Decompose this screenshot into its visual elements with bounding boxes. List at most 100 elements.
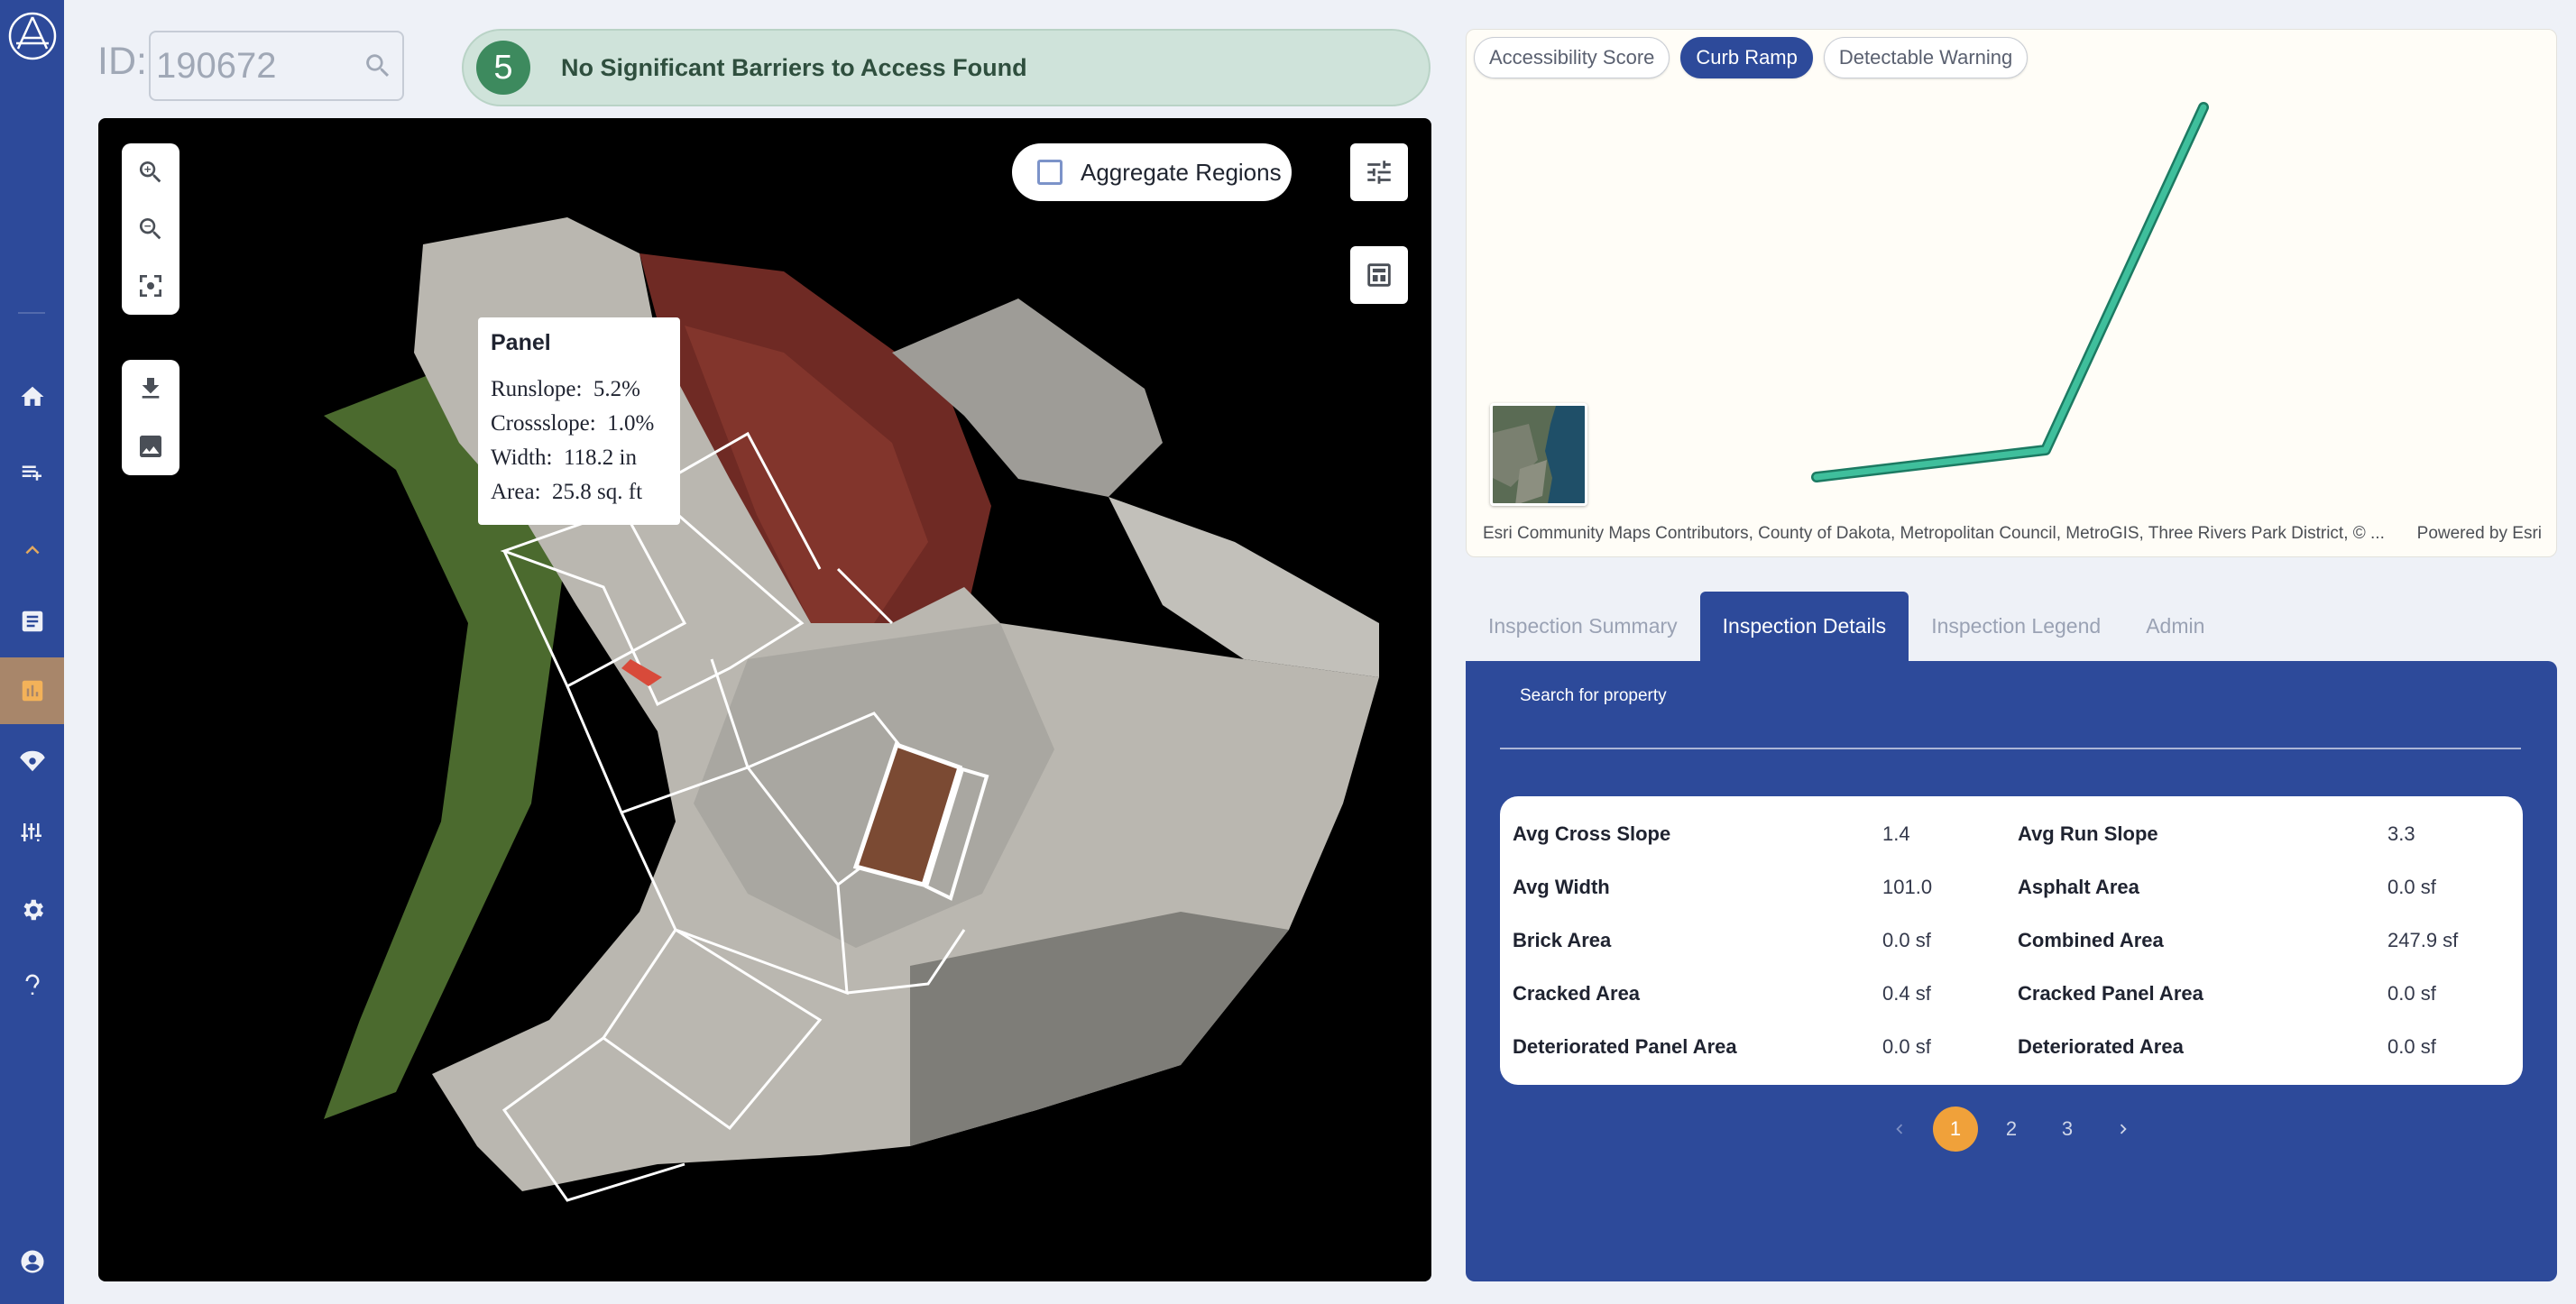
sidebar-item-reports[interactable] <box>0 588 64 655</box>
sidebar <box>0 0 64 1304</box>
zoom-in-icon <box>139 161 161 182</box>
tab-inspection-summary[interactable]: Inspection Summary <box>1466 592 1700 661</box>
minimap-panel[interactable]: Accessibility Score Curb Ramp Detectable… <box>1466 29 2557 557</box>
property-value: 0.0 sf <box>2387 981 2436 1005</box>
property-value: 0.4 sf <box>1882 981 1931 1005</box>
property-key: Brick Area <box>1513 928 1612 951</box>
chevron-up-icon <box>25 546 39 555</box>
popup-label: Width: <box>491 445 553 470</box>
pill-detectable-warning[interactable]: Detectable Warning <box>1823 37 2029 78</box>
zoom-out-icon <box>139 217 161 240</box>
download-button[interactable] <box>122 360 179 418</box>
page-button-2[interactable]: 2 <box>1989 1107 2034 1152</box>
next-page-button[interactable] <box>2101 1107 2146 1152</box>
zoom-in-button[interactable] <box>122 143 179 200</box>
property-key: Deteriorated Area <box>2018 1034 2184 1058</box>
sidebar-item-settings[interactable] <box>0 877 64 943</box>
tune-icon <box>21 823 41 841</box>
popup-value: 118.2 in <box>563 445 637 470</box>
chevron-left-icon <box>1896 1124 1903 1134</box>
status-score-badge: 5 <box>476 41 530 95</box>
image-icon <box>140 436 161 457</box>
sidebar-item-queue[interactable] <box>0 439 64 506</box>
sidebar-item-analytics[interactable] <box>0 657 64 724</box>
status-banner: 5 No Significant Barriers to Access Foun… <box>462 29 1431 106</box>
aggregate-regions-toggle[interactable]: Aggregate Regions <box>1012 143 1292 201</box>
id-search-input[interactable] <box>156 45 354 87</box>
zoom-out-button[interactable] <box>122 200 179 257</box>
sidebar-divider <box>18 312 45 314</box>
status-text: No Significant Barriers to Access Found <box>561 53 1027 81</box>
sidebar-item-sensors[interactable] <box>0 728 64 794</box>
fit-view-icon <box>140 275 161 298</box>
property-value: 1.4 <box>1882 822 1910 845</box>
chevron-right-icon <box>2120 1124 2127 1134</box>
settings-icon <box>23 899 43 921</box>
property-key: Combined Area <box>2018 928 2164 951</box>
popup-label: Crossslope: <box>491 411 596 436</box>
layers-icon <box>1367 263 1391 287</box>
signal-icon <box>19 750 45 772</box>
aggregate-regions-checkbox[interactable] <box>1037 160 1063 185</box>
document-icon <box>22 611 42 632</box>
panel-info-popup: Panel Runslope: 5.2% Crossslope: 1.0% Wi… <box>478 317 680 525</box>
pill-accessibility-score[interactable]: Accessibility Score <box>1474 37 1670 78</box>
sidebar-item-tools[interactable] <box>0 799 64 866</box>
zoom-toolbar <box>122 143 179 315</box>
app-logo-icon[interactable] <box>7 11 58 61</box>
id-search-box[interactable] <box>149 31 404 101</box>
property-table: Avg Cross Slope 1.4 Avg Run Slope 3.3 Av… <box>1500 796 2523 1085</box>
basemap-thumbnail[interactable] <box>1490 403 1587 506</box>
aggregate-regions-label: Aggregate Regions <box>1081 158 1282 186</box>
property-key: Cracked Area <box>1513 981 1641 1005</box>
inspection-details-panel: Search for property Avg Cross Slope 1.4 … <box>1466 661 2557 1281</box>
pill-curb-ramp[interactable]: Curb Ramp <box>1680 37 1813 78</box>
inspection-tabs: Inspection Summary Inspection Details In… <box>1466 592 2227 661</box>
property-key: Cracked Panel Area <box>2018 981 2203 1005</box>
page-button-1[interactable]: 1 <box>1933 1107 1978 1152</box>
filter-settings-icon <box>1367 161 1391 184</box>
pagination: 1 2 3 <box>1466 1107 2557 1152</box>
popup-row: Area: 25.8 sq. ft <box>491 475 667 510</box>
help-icon <box>25 974 39 995</box>
page-button-3[interactable]: 3 <box>2045 1107 2090 1152</box>
popup-value: 5.2% <box>593 377 640 401</box>
tab-admin[interactable]: Admin <box>2123 592 2227 661</box>
map-attribution: Esri Community Maps Contributors, County… <box>1483 524 2385 543</box>
popup-row: Runslope: 5.2% <box>491 372 667 407</box>
search-icon[interactable] <box>363 51 393 81</box>
property-value: 101.0 <box>1882 875 1933 898</box>
popup-label: Runslope: <box>491 377 583 401</box>
property-key: Deteriorated Panel Area <box>1513 1034 1737 1058</box>
popup-value: 25.8 sq. ft <box>552 480 643 504</box>
playlist-icon <box>22 465 41 481</box>
powered-by-esri[interactable]: Powered by Esri <box>2417 524 2542 544</box>
tab-inspection-legend[interactable]: Inspection Legend <box>1909 592 2123 661</box>
property-value: 0.0 sf <box>2387 875 2436 898</box>
popup-row: Width: 118.2 in <box>491 441 667 475</box>
sidebar-item-help[interactable] <box>0 952 64 1019</box>
image-button[interactable] <box>122 418 179 475</box>
account-icon <box>21 1250 43 1273</box>
sidebar-item-home[interactable] <box>0 363 64 430</box>
filter-settings-button[interactable] <box>1350 143 1408 201</box>
fit-view-button[interactable] <box>122 258 179 315</box>
tab-inspection-details[interactable]: Inspection Details <box>1699 592 1909 661</box>
orthomosaic-viewer[interactable]: Aggregate Regions Panel Runslope: 5.2% C… <box>98 118 1431 1281</box>
property-key: Avg Width <box>1513 875 1610 898</box>
popup-title: Panel <box>491 330 551 355</box>
export-toolbar <box>122 360 179 475</box>
route-trace <box>1811 102 2209 482</box>
property-search-input[interactable] <box>1500 715 2521 749</box>
property-value: 0.0 sf <box>2387 1034 2436 1058</box>
sidebar-item-collapse[interactable] <box>0 517 64 583</box>
prev-page-button[interactable] <box>1877 1107 1922 1152</box>
property-key: Asphalt Area <box>2018 875 2139 898</box>
layers-button[interactable] <box>1350 246 1408 304</box>
id-label: ID: <box>97 40 147 83</box>
sidebar-item-account[interactable] <box>0 1228 64 1295</box>
popup-label: Area: <box>491 480 541 504</box>
property-value: 247.9 sf <box>2387 928 2459 951</box>
property-value: 0.0 sf <box>1882 928 1931 951</box>
bar-chart-icon <box>22 680 42 702</box>
